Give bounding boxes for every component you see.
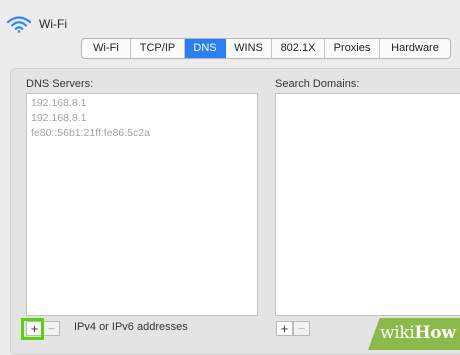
tab-hardware[interactable]: Hardware [380,39,450,58]
tab-proxies[interactable]: Proxies [325,39,380,58]
tab-wins[interactable]: WINS [226,39,272,58]
dns-servers-list[interactable]: 192.168.8.1 192.168.8.1 fe80::56b1:21ff:… [26,93,258,316]
add-button-highlight [21,318,44,340]
wifi-icon [6,16,32,33]
watermark-text-wiki: wiki [380,323,415,343]
remove-search-domain-button[interactable]: − [293,321,310,336]
tab-wifi[interactable]: Wi-Fi [82,39,131,58]
dns-servers-label: DNS Servers: [26,78,94,90]
search-domain-buttons: + − [276,321,310,336]
window-header: Wi-Fi [0,0,460,40]
tab-dns[interactable]: DNS [185,39,226,58]
list-item[interactable]: 192.168.8.1 [27,111,257,126]
search-domains-list[interactable] [275,93,460,316]
dns-hint-text: IPv4 or IPv6 addresses [74,321,188,333]
remove-dns-server-button[interactable]: − [43,321,60,336]
watermark-text-how: How [414,323,456,343]
add-search-domain-button[interactable]: + [276,321,293,336]
search-domains-label: Search Domains: [275,78,360,90]
window-title: Wi-Fi [39,17,67,31]
tab-tcp-ip[interactable]: TCP/IP [131,39,185,58]
watermark-logo: wikiHow [380,323,456,343]
tab-bar: Wi-Fi TCP/IP DNS WINS 802.1X Proxies Har… [81,38,451,59]
list-item[interactable]: fe80::56b1:21ff:fe86:5c2a [27,126,257,141]
tab-802-1x[interactable]: 802.1X [272,39,325,58]
list-item[interactable]: 192.168.8.1 [27,96,257,111]
